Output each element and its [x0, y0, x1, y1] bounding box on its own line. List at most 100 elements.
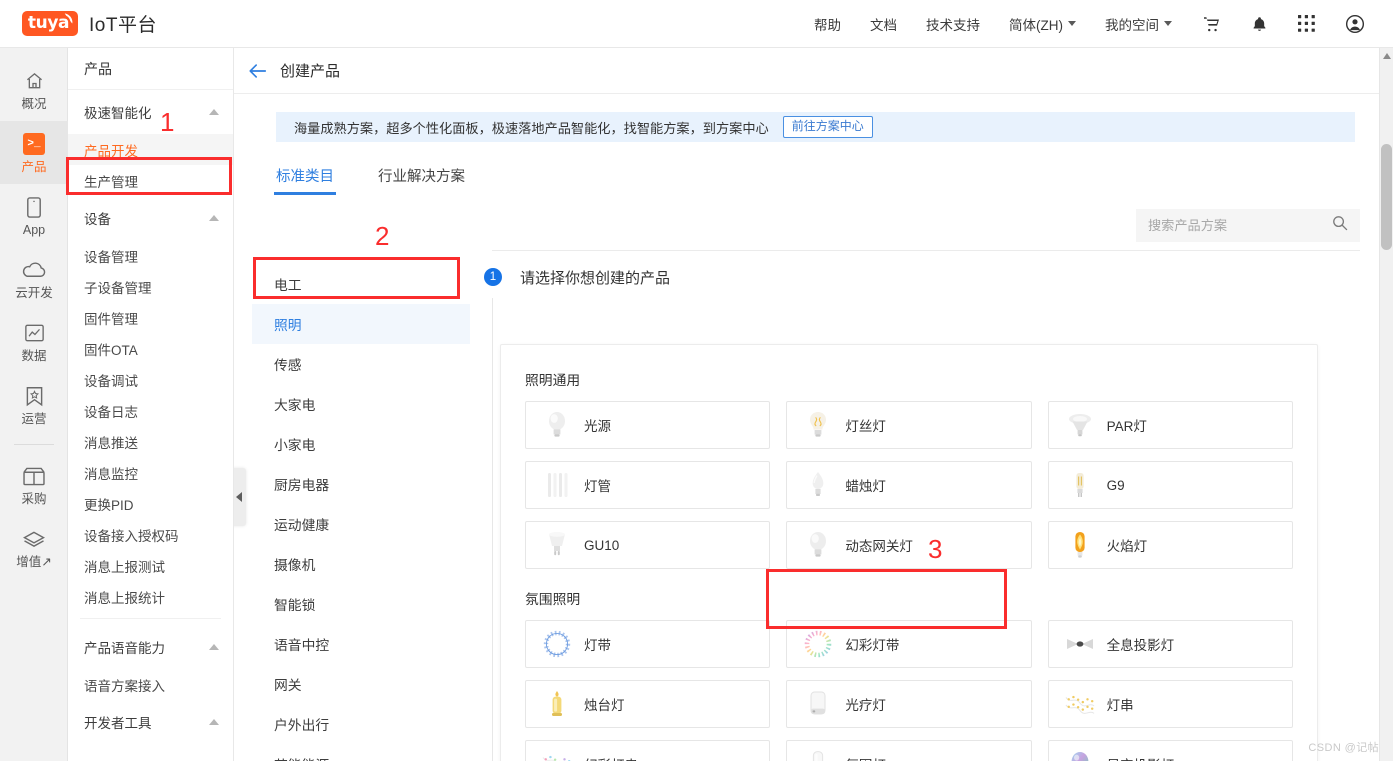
- chevron-up-icon: [209, 719, 219, 725]
- sidebar-group-rapid-smart[interactable]: 极速智能化: [68, 90, 233, 134]
- product-candlestick-lamp[interactable]: 烛台灯: [525, 680, 771, 728]
- product-flame-lamp[interactable]: 火焰灯: [1047, 521, 1293, 569]
- back-arrow-icon[interactable]: [248, 62, 268, 80]
- rail-item-overview[interactable]: 概况: [0, 58, 68, 121]
- sidebar-item-change-pid[interactable]: 更换PID: [68, 488, 233, 519]
- grid-apps-icon[interactable]: [1298, 15, 1315, 32]
- category-gateway[interactable]: 网关: [252, 664, 470, 704]
- rail-item-data[interactable]: 数据: [0, 310, 68, 373]
- sidebar-item-firmware-ota[interactable]: 固件OTA: [68, 333, 233, 364]
- sidebar-item-voice-solution[interactable]: 语音方案接入: [68, 669, 233, 700]
- bell-icon[interactable]: [1251, 15, 1268, 33]
- sidebar-item-device-log[interactable]: 设备日志: [68, 395, 233, 426]
- search-product-solution[interactable]: [1136, 209, 1360, 242]
- rail-item-operations[interactable]: 运营: [0, 373, 68, 436]
- product-star-projector[interactable]: 星空投影灯: [1047, 740, 1293, 761]
- product-light-therapy-lamp[interactable]: 光疗灯: [786, 680, 1032, 728]
- category-voice-control[interactable]: 语音中控: [252, 624, 470, 664]
- scrollbar-thumb[interactable]: [1381, 144, 1392, 250]
- scroll-up-arrow-icon[interactable]: [1383, 53, 1391, 59]
- category-sports-health[interactable]: 运动健康: [252, 504, 470, 544]
- sidebar-item-message-monitor[interactable]: 消息监控: [68, 457, 233, 488]
- product-label: 灯丝灯: [845, 419, 886, 434]
- sidebar-item-message-push[interactable]: 消息推送: [68, 426, 233, 457]
- sidebar-item-label: 语音方案接入: [84, 678, 165, 694]
- category-label: 厨房电器: [274, 478, 330, 493]
- product-gu10-bulb[interactable]: GU10: [525, 521, 771, 569]
- sidebar-item-firmware-management[interactable]: 固件管理: [68, 302, 233, 333]
- topnav-my-workspace-label: 我的空间: [1105, 17, 1159, 33]
- sidebar-item-device-management[interactable]: 设备管理: [68, 240, 233, 271]
- tab-standard-category[interactable]: 标准类目: [274, 165, 336, 195]
- g9-bulb-icon: [1065, 468, 1095, 502]
- category-sensor[interactable]: 传感: [252, 344, 470, 384]
- sidebar-item-production-management[interactable]: 生产管理: [68, 165, 233, 196]
- go-to-solution-center-button[interactable]: 前往方案中心: [782, 116, 873, 138]
- product-candle-bulb[interactable]: 蜡烛灯: [786, 461, 1032, 509]
- product-ambient-lamp[interactable]: 氛围灯: [786, 740, 1032, 761]
- user-avatar-icon[interactable]: [1345, 14, 1365, 34]
- category-outdoor-travel[interactable]: 户外出行: [252, 704, 470, 744]
- product-hologram-projector[interactable]: 全息投影灯: [1047, 620, 1293, 668]
- cart-icon[interactable]: [1202, 15, 1221, 33]
- category-electrician[interactable]: 电工: [252, 264, 470, 304]
- category-kitchen-appliance[interactable]: 厨房电器: [252, 464, 470, 504]
- product-string-light[interactable]: 灯串: [1047, 680, 1293, 728]
- brand-logo[interactable]: tuya IoT平台: [22, 10, 157, 37]
- search-input[interactable]: [1148, 218, 1332, 233]
- topnav-support[interactable]: 技术支持: [926, 14, 980, 34]
- rail-item-app[interactable]: App: [0, 184, 68, 247]
- product-tube-light[interactable]: 灯管: [525, 461, 771, 509]
- rail-item-cloud-dev[interactable]: 云开发: [0, 247, 68, 310]
- product-rgb-string-light[interactable]: 幻彩灯串: [525, 740, 771, 761]
- sidebar-item-product-development[interactable]: 产品开发: [68, 134, 233, 165]
- rail-item-procurement[interactable]: 采购: [0, 453, 68, 516]
- product-g9-bulb[interactable]: G9: [1047, 461, 1293, 509]
- product-par-lamp[interactable]: PAR灯: [1047, 401, 1293, 449]
- category-label: 传感: [274, 358, 302, 373]
- rgb-string-light-icon: [542, 747, 572, 761]
- category-energy-saving[interactable]: 节能能源: [252, 744, 470, 761]
- sidebar-item-message-report-stats[interactable]: 消息上报统计: [68, 581, 233, 612]
- top-header-bar: tuya IoT平台 帮助 文档 技术支持 简体(ZH) 我的空间: [0, 0, 1393, 48]
- category-large-appliance[interactable]: 大家电: [252, 384, 470, 424]
- logo-title: IoT平台: [89, 15, 157, 36]
- category-smart-lock[interactable]: 智能锁: [252, 584, 470, 624]
- category-label: 户外出行: [274, 718, 330, 733]
- sidebar-item-message-report-test[interactable]: 消息上报测试: [68, 550, 233, 581]
- rail-item-product[interactable]: >_ 产品: [0, 121, 68, 184]
- sidebar-item-label: 消息上报测试: [84, 559, 165, 575]
- product-light-source[interactable]: 光源: [525, 401, 771, 449]
- topnav-language[interactable]: 简体(ZH): [1009, 14, 1076, 34]
- product-rgb-light-strip[interactable]: 幻彩灯带: [786, 620, 1032, 668]
- sidebar-group-device[interactable]: 设备: [68, 196, 233, 240]
- collapse-panel-handle[interactable]: [234, 468, 246, 526]
- product-light-strip[interactable]: 灯带: [525, 620, 771, 668]
- category-camera[interactable]: 摄像机: [252, 544, 470, 584]
- topnav-my-workspace[interactable]: 我的空间: [1105, 14, 1172, 34]
- rail-item-value-added[interactable]: 增值↗: [0, 516, 68, 579]
- search-icon[interactable]: [1332, 215, 1348, 236]
- sidebar-item-label: 设备管理: [84, 249, 138, 265]
- sidebar-item-device-auth-code[interactable]: 设备接入授权码: [68, 519, 233, 550]
- sidebar-item-device-debug[interactable]: 设备调试: [68, 364, 233, 395]
- category-small-appliance[interactable]: 小家电: [252, 424, 470, 464]
- page-scrollbar[interactable]: [1379, 48, 1393, 761]
- product-gateway-bulb[interactable]: 动态网关灯: [786, 521, 1032, 569]
- topnav-help[interactable]: 帮助: [814, 14, 841, 34]
- sidebar-group-label: 开发者工具: [84, 716, 152, 731]
- sidebar-group-developer-tools[interactable]: 开发者工具: [68, 700, 233, 744]
- category-lighting[interactable]: 照明: [252, 304, 470, 344]
- sidebar-item-label: 消息上报统计: [84, 590, 165, 606]
- product-label: 动态网关灯: [845, 539, 913, 554]
- product-label: 蜡烛灯: [845, 479, 886, 494]
- product-filament-bulb[interactable]: 灯丝灯: [786, 401, 1032, 449]
- filament-bulb-icon: [803, 408, 833, 442]
- sidebar-group-voice-capability[interactable]: 产品语音能力: [68, 625, 233, 669]
- topnav-docs[interactable]: 文档: [870, 14, 897, 34]
- chevron-down-icon: [1068, 21, 1076, 26]
- tab-industry-solution[interactable]: 行业解决方案: [378, 165, 465, 194]
- sidebar-item-label: 消息监控: [84, 466, 138, 482]
- sidebar-item-sub-device-management[interactable]: 子设备管理: [68, 271, 233, 302]
- page-header: 创建产品: [234, 48, 1393, 94]
